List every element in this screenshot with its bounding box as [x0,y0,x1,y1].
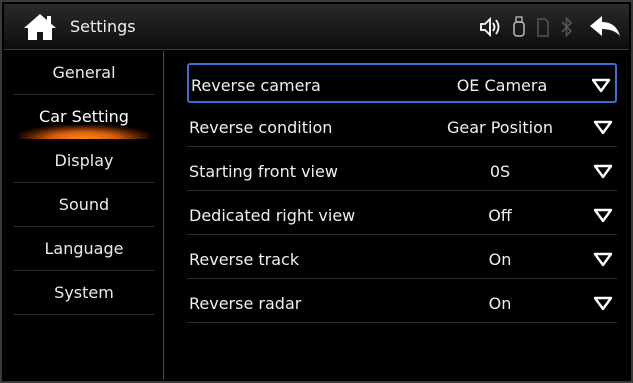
setting-row-reverse-condition[interactable]: Reverse condition Gear Position [187,107,617,147]
sidebar-item-label: Sound [58,195,110,214]
header-bar: Settings [4,4,629,50]
volume-icon [480,16,500,38]
settings-list: Reverse camera OE Camera Reverse conditi… [165,51,629,379]
dropdown-arrow-icon[interactable] [593,252,613,267]
home-icon[interactable] [22,12,58,42]
setting-label: Reverse condition [189,118,333,137]
sidebar-item-display[interactable]: Display [4,139,164,183]
setting-value: Off [488,206,512,225]
sidebar-item-sound[interactable]: Sound [4,183,164,227]
setting-value: OE Camera [456,76,548,95]
setting-row-starting-front-view[interactable]: Starting front view 0S [187,151,617,191]
setting-row-reverse-radar[interactable]: Reverse radar On [187,283,617,323]
setting-row-reverse-camera[interactable]: Reverse camera OE Camera [187,63,617,103]
bluetooth-icon [561,16,573,38]
back-arrow-icon[interactable] [588,14,622,40]
setting-value: Gear Position [446,118,553,137]
sidebar-item-general[interactable]: General [4,51,164,95]
setting-label: Reverse camera [191,76,321,95]
dropdown-arrow-icon[interactable] [593,120,613,135]
sidebar-item-system[interactable]: System [4,271,164,315]
sidebar-item-label: General [52,63,116,82]
dropdown-arrow-icon[interactable] [593,296,613,311]
setting-row-dedicated-right-view[interactable]: Dedicated right view Off [187,195,617,235]
setting-label: Reverse radar [189,294,302,313]
sidebar-item-language[interactable]: Language [4,227,164,271]
setting-label: Starting front view [189,162,338,181]
dropdown-arrow-icon[interactable] [593,164,613,179]
setting-value: 0S [489,162,511,181]
active-indicator [19,125,149,139]
sd-card-icon [537,18,549,37]
sidebar-item-label: Car Setting [39,107,129,126]
page-title: Settings [70,17,136,36]
sidebar-item-label: Display [54,151,114,170]
dropdown-arrow-icon[interactable] [591,78,611,93]
setting-label: Dedicated right view [189,206,356,225]
usb-icon [513,16,525,37]
dropdown-arrow-icon[interactable] [593,208,613,223]
setting-value: On [488,250,512,269]
sidebar-item-car-setting[interactable]: Car Setting [4,95,164,139]
settings-sidebar: General Car Setting Display Sound Langua… [4,51,164,379]
setting-row-reverse-track[interactable]: Reverse track On [187,239,617,279]
setting-label: Reverse track [189,250,300,269]
sidebar-item-label: Language [44,239,124,258]
setting-value: On [488,294,512,313]
sidebar-item-label: System [54,283,114,302]
